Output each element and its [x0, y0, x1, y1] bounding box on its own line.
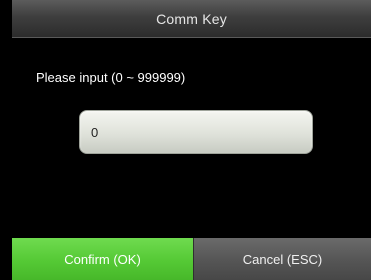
footer-button-bar: Confirm (OK) Cancel (ESC) — [12, 238, 371, 280]
comm-key-screen: Comm Key Please input (0 ~ 999999) Confi… — [0, 0, 371, 280]
title-bar: Comm Key — [12, 0, 371, 38]
confirm-button[interactable]: Confirm (OK) — [12, 238, 194, 280]
input-prompt-label: Please input (0 ~ 999999) — [36, 70, 186, 85]
comm-key-input[interactable] — [79, 110, 313, 154]
input-panel: Please input (0 ~ 999999) — [12, 38, 371, 238]
page-title: Comm Key — [156, 10, 227, 27]
cancel-button[interactable]: Cancel (ESC) — [194, 238, 371, 280]
